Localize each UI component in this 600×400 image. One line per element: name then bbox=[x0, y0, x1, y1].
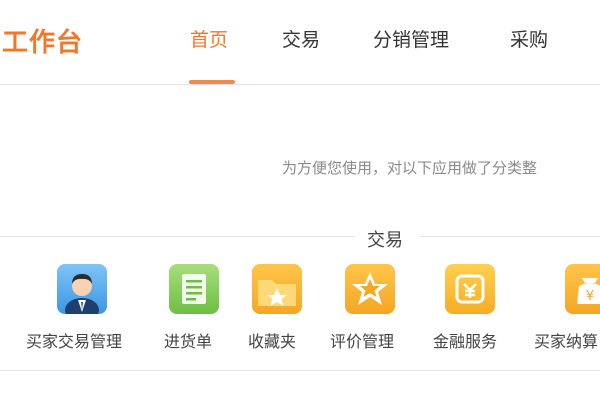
app-label-buyer-trade-management: 买家交易管理 bbox=[26, 332, 123, 351]
rating-star-icon bbox=[345, 264, 395, 314]
section-title-trade: 交易 bbox=[363, 226, 407, 252]
header-divider bbox=[0, 84, 600, 85]
tab-trade[interactable]: 交易 bbox=[282, 25, 320, 52]
svg-text:¥: ¥ bbox=[586, 289, 594, 304]
workbench-title: 工作台 bbox=[2, 28, 84, 58]
app-label-rating-management: 评价管理 bbox=[330, 332, 395, 351]
tab-distribution-management[interactable]: 分销管理 bbox=[373, 25, 449, 52]
buyer-avatar-icon bbox=[57, 264, 107, 314]
payment-bag-icon: ¥ bbox=[565, 264, 600, 314]
favorites-folder-icon bbox=[252, 264, 302, 314]
app-label-favorites: 收藏夹 bbox=[248, 332, 297, 351]
category-hint-text: 为方便您使用，对以下应用做了分类整 bbox=[282, 159, 538, 177]
app-finance-services[interactable]: 金融服务 bbox=[431, 262, 541, 362]
app-buyer-trade-management[interactable]: 买家交易管理 bbox=[26, 262, 136, 362]
purchase-list-icon bbox=[169, 264, 219, 314]
tab-home[interactable]: 首页 bbox=[190, 25, 228, 52]
top-navigation-bar: 工作台 首页 交易 分销管理 采购 bbox=[0, 0, 600, 84]
section-divider-left bbox=[0, 236, 355, 237]
app-buyer-settlement[interactable]: ¥ 买家纳算 bbox=[532, 262, 600, 362]
app-label-finance-services: 金融服务 bbox=[433, 332, 498, 351]
finance-icon bbox=[445, 264, 495, 314]
app-rating-management[interactable]: 评价管理 bbox=[329, 262, 439, 362]
app-label-purchase-list: 进货单 bbox=[164, 332, 213, 351]
tab-procurement[interactable]: 采购 bbox=[510, 25, 548, 52]
app-label-buyer-settlement: 买家纳算 bbox=[534, 332, 599, 351]
bottom-divider bbox=[0, 370, 600, 371]
section-divider-right bbox=[420, 236, 600, 237]
